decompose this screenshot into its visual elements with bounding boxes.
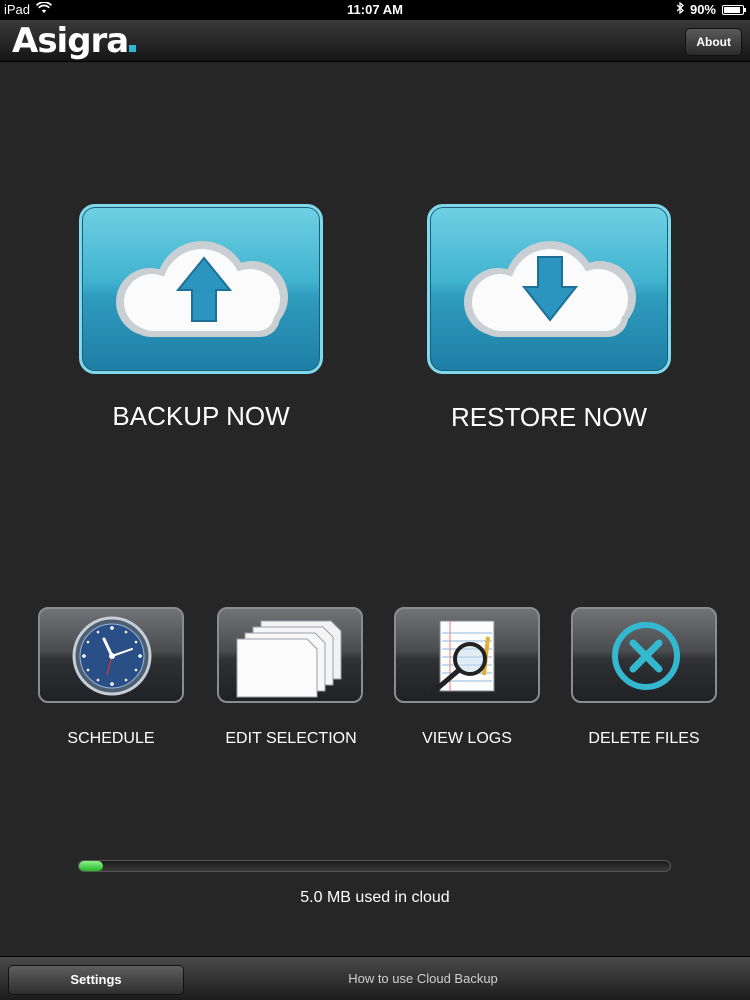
restore-now-button[interactable] bbox=[427, 204, 671, 374]
battery-icon bbox=[722, 4, 746, 15]
edit-selection-label: EDIT SELECTION bbox=[225, 730, 357, 747]
storage-usage-text: 5.0 MB used in cloud bbox=[300, 889, 450, 906]
clock-time: 11:07 AM bbox=[347, 2, 403, 17]
bluetooth-icon bbox=[676, 1, 684, 17]
delete-circle-icon bbox=[612, 622, 680, 690]
settings-button[interactable]: Settings bbox=[8, 965, 184, 995]
how-to-use-link[interactable]: How to use Cloud Backup bbox=[300, 971, 546, 986]
backup-now-button[interactable] bbox=[79, 204, 323, 374]
documents-icon bbox=[236, 620, 342, 698]
edit-selection-button[interactable] bbox=[217, 607, 363, 703]
view-logs-button[interactable] bbox=[394, 607, 540, 703]
status-bar: iPad 11:07 AM 90% bbox=[0, 0, 750, 20]
asigra-logo: Asigra bbox=[12, 21, 137, 61]
storage-progress-bar bbox=[78, 860, 671, 872]
nav-bar: Asigra About bbox=[0, 20, 750, 62]
cloud-upload-icon bbox=[116, 241, 288, 337]
storage-progress-fill bbox=[79, 861, 103, 871]
schedule-button[interactable] bbox=[38, 607, 184, 703]
view-logs-label: VIEW LOGS bbox=[422, 730, 512, 747]
restore-now-label: RESTORE NOW bbox=[451, 402, 647, 432]
magnifier-notepad-icon bbox=[429, 620, 495, 696]
battery-percent: 90% bbox=[689, 2, 716, 17]
cloud-download-icon bbox=[464, 241, 636, 337]
backup-now-label: BACKUP NOW bbox=[112, 401, 290, 431]
delete-files-label: DELETE FILES bbox=[588, 730, 700, 747]
clock-icon bbox=[72, 616, 152, 696]
schedule-label: SCHEDULE bbox=[67, 730, 155, 747]
about-button[interactable]: About bbox=[685, 28, 742, 56]
delete-files-button[interactable] bbox=[571, 607, 717, 703]
bottom-toolbar: Settings How to use Cloud Backup bbox=[0, 956, 750, 1000]
